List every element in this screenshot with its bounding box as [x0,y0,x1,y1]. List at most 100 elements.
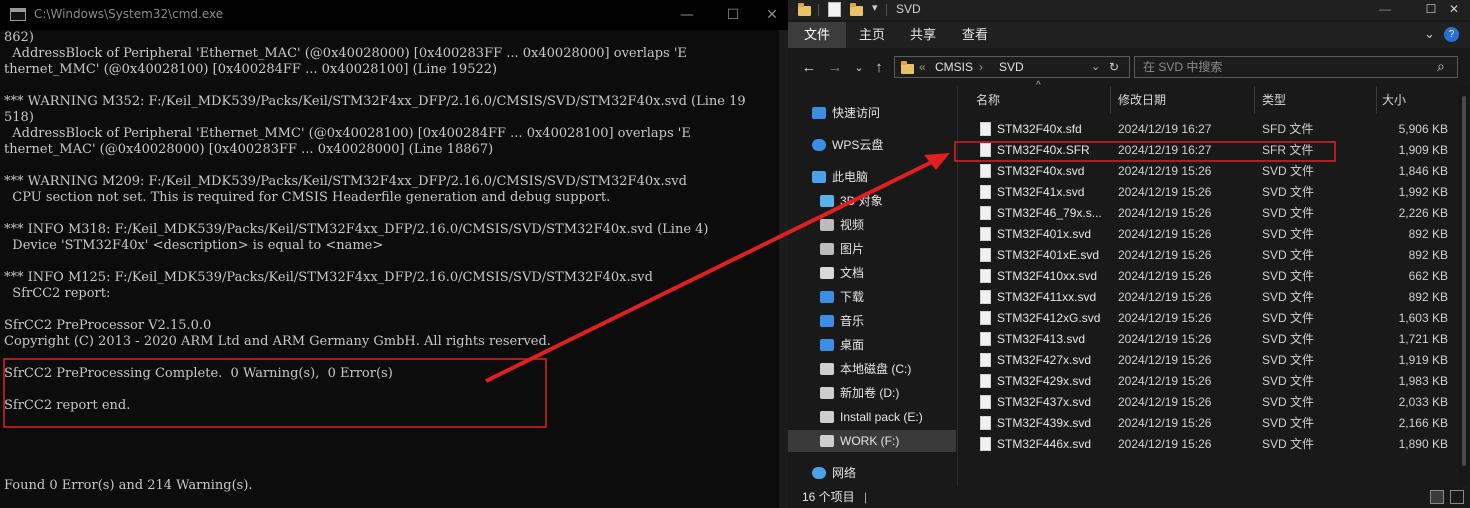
file-row[interactable]: STM32F446x.svd 2024/12/19 15:26 SVD 文件 1,89… [970,434,1458,455]
explorer-close-button[interactable]: ✕ [1438,0,1470,20]
file-row[interactable]: STM32F40x.svd 2024/12/19 15:26 SVD 文件 1,846… [970,161,1458,182]
file-row[interactable]: STM32F413.svd 2024/12/19 15:26 SVD 文件 1,721… [970,329,1458,350]
quick-access-dropdown-icon[interactable]: ▾ [872,1,878,14]
cmd-minimize-button[interactable]: — [664,0,710,30]
file-row[interactable]: STM32F429x.svd 2024/12/19 15:26 SVD 文件 1,98… [970,371,1458,392]
column-separator[interactable] [1254,86,1255,114]
sidebar-item[interactable]: 新加卷 (D:) [788,382,956,404]
sidebar-item[interactable]: WORK (F:) [788,430,956,452]
file-row[interactable]: STM32F46_79x.s... 2024/12/19 15:26 SVD 文件 2… [970,203,1458,224]
file-row[interactable]: STM32F401xE.svd 2024/12/19 15:26 SVD 文件 892… [970,245,1458,266]
file-date: 2024/12/19 15:26 [1118,395,1212,409]
column-header-name[interactable]: 名称 [976,86,1000,114]
explorer-minimize-button[interactable]: — [1362,0,1408,20]
file-type: SVD 文件 [1262,269,1315,283]
file-name: STM32F427x.svd [997,353,1092,367]
file-row[interactable]: STM32F412xG.svd 2024/12/19 15:26 SVD 文件 1,6… [970,308,1458,329]
cmd-console-output[interactable]: 862) AddressBlock of Peripheral 'Etherne… [0,30,788,508]
file-row[interactable]: STM32F410xx.svd 2024/12/19 15:26 SVD 文件 662… [970,266,1458,287]
file-date: 2024/12/19 16:27 [1118,143,1212,157]
new-folder-icon[interactable] [850,3,863,16]
sidebar-item[interactable]: Install pack (E:) [788,406,956,428]
large-icons-view-icon[interactable] [1450,490,1464,504]
drive-icon [820,411,834,423]
column-header-size[interactable]: 大小 [1382,86,1406,114]
explorer-titlebar[interactable]: ▾ SVD — ☐ ✕ [788,0,1470,20]
file-row[interactable]: STM32F41x.svd 2024/12/19 15:26 SVD 文件 1,992… [970,182,1458,203]
file-row[interactable]: STM32F427x.svd 2024/12/19 15:26 SVD 文件 1,91… [970,350,1458,371]
sidebar-item-label: 此电脑 [832,170,869,184]
refresh-icon[interactable]: ↻ [1109,60,1119,74]
sidebar-item[interactable]: 桌面 [788,334,956,356]
sidebar-item[interactable]: WPS云盘 [788,134,956,156]
sidebar-item[interactable]: 图片 [788,238,956,260]
sidebar-item-label: 音乐 [840,314,865,328]
sidebar-item[interactable]: 音乐 [788,310,956,332]
sidebar-item[interactable]: 3D 对象 [788,190,956,212]
tab-view[interactable]: 查看 [952,22,998,48]
file-row[interactable]: STM32F40x.sfd 2024/12/19 16:27 SFD 文件 5,906… [970,119,1458,140]
tab-share[interactable]: 共享 [900,22,946,48]
scrollbar-thumb[interactable] [1462,96,1466,466]
sidebar-item[interactable]: 此电脑 [788,166,956,188]
file-icon [980,353,991,367]
file-row[interactable]: STM32F411xx.svd 2024/12/19 15:26 SVD 文件 892… [970,287,1458,308]
cmd-titlebar[interactable]: C:\Windows\System32\cmd.exe — ☐ ✕ [0,0,788,30]
help-icon[interactable]: ? [1444,27,1459,42]
address-overflow-icon[interactable]: « [919,60,926,74]
file-type: SVD 文件 [1262,311,1315,325]
cmd-scrollbar[interactable] [779,30,788,508]
details-view-icon[interactable] [1430,490,1444,504]
sidebar-item-label: 下载 [840,290,865,304]
ribbon-collapse-icon[interactable]: ⌄ [1424,26,1435,42]
breadcrumb-separator: › [979,60,983,74]
tab-file[interactable]: 文件 [788,22,846,48]
file-date: 2024/12/19 16:27 [1118,122,1212,136]
file-type: SVD 文件 [1262,227,1315,241]
file-name: STM32F41x.svd [997,185,1085,199]
file-size: 1,603 KB [1398,311,1448,325]
file-row[interactable]: STM32F40x.SFR 2024/12/19 16:27 SFR 文件 1,909… [970,140,1458,161]
sidebar-item[interactable]: 网络 [788,462,956,484]
tab-home[interactable]: 主页 [850,22,894,48]
up-button[interactable]: ↑ [870,59,888,77]
sidebar-item[interactable]: 文档 [788,262,956,284]
sidebar-item[interactable]: 视频 [788,214,956,236]
address-bar-row: ← → ⌄ ↑ « CMSIS › SVD ⌄ ↻ ⌕ [788,50,1470,86]
cmd-close-button[interactable]: ✕ [756,0,788,30]
file-icon [980,185,991,199]
cmd-maximize-button[interactable]: ☐ [710,0,756,30]
file-type: SVD 文件 [1262,332,1315,346]
file-row[interactable]: STM32F437x.svd 2024/12/19 15:26 SVD 文件 2,03… [970,392,1458,413]
pane-divider[interactable] [957,86,958,486]
file-size: 1,721 KB [1398,332,1448,346]
pictures-icon [820,243,834,255]
file-list-scrollbar[interactable] [1458,86,1470,486]
properties-icon[interactable] [828,2,841,17]
column-separator[interactable] [1110,86,1111,114]
back-button[interactable]: ← [800,59,818,77]
forward-button[interactable]: → [826,59,844,77]
address-box[interactable]: « CMSIS › SVD ⌄ ↻ [894,56,1130,78]
sidebar-item[interactable]: 下载 [788,286,956,308]
search-icon[interactable]: ⌕ [1437,58,1445,75]
recent-locations-button[interactable]: ⌄ [850,59,868,77]
ribbon-tab-bar: 文件 主页 共享 查看 ⌄ ? [788,22,1470,48]
file-name: STM32F413.svd [997,332,1086,346]
breadcrumb-cmsis[interactable]: CMSIS [935,60,973,74]
sidebar-item[interactable]: 本地磁盘 (C:) [788,358,956,380]
star-icon [812,107,826,119]
file-row[interactable]: STM32F439x.svd 2024/12/19 15:26 SVD 文件 2,16… [970,413,1458,434]
drive-icon [820,363,834,375]
file-row[interactable]: STM32F401x.svd 2024/12/19 15:26 SVD 文件 892 … [970,224,1458,245]
column-header-date[interactable]: 修改日期 [1118,86,1166,114]
download-icon [820,291,834,303]
search-input[interactable] [1135,57,1425,77]
address-dropdown-icon[interactable]: ⌄ [1091,60,1100,73]
column-separator[interactable] [1376,86,1377,114]
breadcrumb-svd[interactable]: SVD [999,60,1024,74]
column-header-type[interactable]: 类型 [1262,86,1286,114]
file-type: SVD 文件 [1262,374,1315,388]
sidebar-item[interactable]: 快速访问 [788,102,956,124]
